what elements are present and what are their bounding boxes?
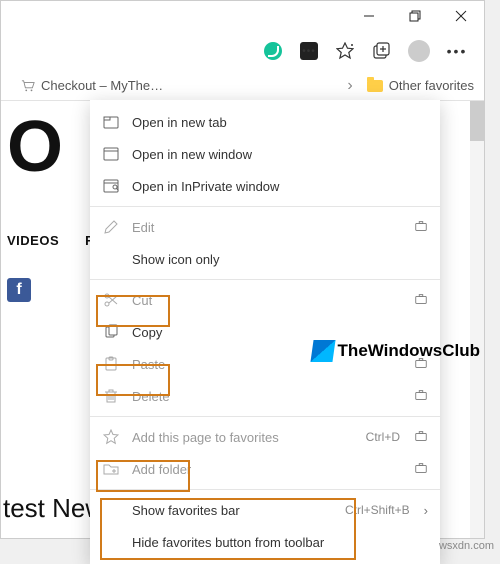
menu-cut[interactable]: Cut	[90, 284, 440, 316]
menu-show-favorites-bar[interactable]: Show favorites bar Ctrl+Shift+B ›	[90, 494, 440, 526]
other-favorites-label: Other favorites	[389, 78, 474, 93]
briefcase-icon	[414, 388, 428, 405]
cart-icon	[21, 79, 35, 93]
scrollbar-thumb[interactable]	[470, 101, 484, 141]
collections-icon[interactable]	[372, 42, 390, 60]
favorites-bar: Checkout – MyThe… › Other favorites	[1, 71, 484, 101]
menu-label: Copy	[132, 325, 162, 340]
menu-open-new-tab[interactable]: Open in new tab	[90, 106, 440, 138]
new-window-icon	[102, 146, 120, 162]
inprivate-icon	[102, 178, 120, 194]
watermark-text: TheWindowsClub	[338, 341, 480, 361]
watermark: TheWindowsClub	[312, 340, 480, 362]
watermark-logo-icon	[310, 340, 335, 362]
shortcut: Ctrl+D	[366, 430, 404, 444]
scissors-icon	[102, 292, 120, 308]
profile-avatar[interactable]	[408, 40, 430, 62]
extension-icon[interactable]: •••	[300, 42, 318, 60]
scrollbar[interactable]	[470, 101, 484, 538]
separator	[90, 206, 440, 207]
trash-icon	[102, 388, 120, 404]
star-plus-icon	[102, 429, 120, 445]
copy-icon	[102, 324, 120, 340]
context-menu: Open in new tab Open in new window Open …	[90, 100, 440, 564]
briefcase-icon	[414, 219, 428, 236]
folder-plus-icon	[102, 461, 120, 477]
menu-label: Paste	[132, 357, 165, 372]
menu-label: Add folder	[132, 462, 191, 477]
maximize-button[interactable]	[392, 1, 438, 31]
menu-label: Open in new tab	[132, 115, 227, 130]
favorites-star-icon[interactable]	[336, 42, 354, 60]
menu-label: Open in InPrivate window	[132, 179, 279, 194]
separator	[90, 279, 440, 280]
pencil-icon	[102, 219, 120, 235]
chevron-right-icon: ›	[424, 503, 428, 518]
bookmark-label: Checkout – MyThe…	[41, 78, 163, 93]
minimize-button[interactable]	[346, 1, 392, 31]
bookmark-item[interactable]: Checkout – MyThe…	[21, 78, 163, 93]
chevron-right-icon[interactable]: ›	[347, 77, 352, 95]
menu-label: Show favorites bar	[132, 503, 240, 518]
menu-label: Show icon only	[132, 252, 219, 267]
menu-label: Hide favorites button from toolbar	[132, 535, 324, 550]
folder-icon	[367, 80, 383, 92]
menu-open-new-window[interactable]: Open in new window	[90, 138, 440, 170]
new-tab-icon	[102, 114, 120, 130]
menu-add-folder[interactable]: Add folder	[90, 453, 440, 485]
briefcase-icon	[414, 292, 428, 309]
menu-hide-favorites-button[interactable]: Hide favorites button from toolbar	[90, 526, 440, 558]
grammarly-icon[interactable]	[264, 42, 282, 60]
menu-edit[interactable]: Edit	[90, 211, 440, 243]
facebook-icon[interactable]: f	[7, 278, 31, 302]
menu-label: Add this page to favorites	[132, 430, 279, 445]
briefcase-icon	[414, 429, 428, 446]
briefcase-icon	[414, 461, 428, 478]
menu-delete[interactable]: Delete	[90, 380, 440, 412]
menu-open-inprivate[interactable]: Open in InPrivate window	[90, 170, 440, 202]
more-icon[interactable]: •••	[448, 42, 466, 60]
footer-credit: wsxdn.com	[439, 540, 494, 552]
paste-icon	[102, 356, 120, 372]
separator	[90, 489, 440, 490]
shortcut: Ctrl+Shift+B	[345, 503, 414, 517]
menu-label: Edit	[132, 220, 154, 235]
other-favorites-button[interactable]: Other favorites	[367, 78, 474, 93]
titlebar	[1, 1, 484, 31]
toolbar: ••• •••	[1, 31, 484, 71]
menu-show-icon-only[interactable]: Show icon only	[90, 243, 440, 275]
menu-label: Delete	[132, 389, 170, 404]
menu-add-page-to-favorites[interactable]: Add this page to favorites Ctrl+D	[90, 421, 440, 453]
menu-label: Open in new window	[132, 147, 252, 162]
menu-label: Cut	[132, 293, 152, 308]
close-button[interactable]	[438, 1, 484, 31]
tab-videos[interactable]: VIDEOS	[7, 233, 59, 248]
separator	[90, 416, 440, 417]
